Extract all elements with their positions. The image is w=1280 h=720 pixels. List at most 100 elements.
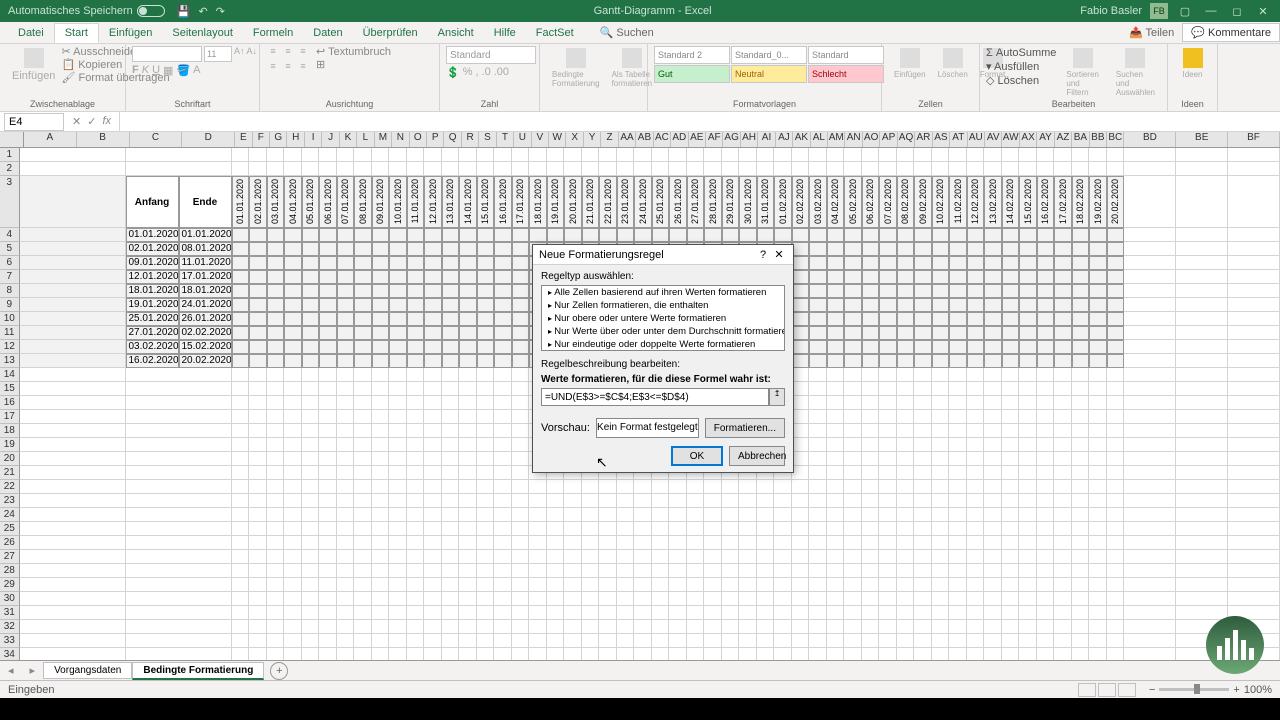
inc-decimal-icon[interactable]: .0 — [482, 66, 491, 79]
tab-start[interactable]: Start — [54, 23, 99, 43]
user-name[interactable]: Fabio Basler — [1080, 5, 1142, 17]
grow-font-icon[interactable]: A↑ — [234, 46, 245, 60]
row-header[interactable]: 26 — [0, 536, 20, 550]
row-header[interactable]: 29 — [0, 578, 20, 592]
column-header[interactable]: AY — [1037, 132, 1054, 147]
style-standard2[interactable]: Standard 2 — [654, 46, 730, 64]
dec-decimal-icon[interactable]: .00 — [494, 66, 509, 79]
maximize-icon[interactable]: ◻ — [1228, 5, 1246, 18]
wrap-text-button[interactable]: ↩ Textumbruch — [316, 46, 391, 59]
column-header[interactable]: H — [287, 132, 304, 147]
row-header[interactable]: 3 — [0, 176, 20, 228]
insert-cells-button[interactable]: Einfügen — [888, 46, 932, 81]
row-header[interactable]: 6 — [0, 256, 20, 270]
sort-filter-button[interactable]: Sortieren und Filtern — [1060, 46, 1105, 99]
column-header[interactable]: AH — [741, 132, 758, 147]
tab-pagelayout[interactable]: Seitenlayout — [162, 24, 243, 42]
column-header[interactable]: S — [479, 132, 496, 147]
column-header[interactable]: X — [566, 132, 583, 147]
row-header[interactable]: 19 — [0, 438, 20, 452]
font-name-select[interactable] — [132, 46, 202, 62]
style-standard[interactable]: Standard — [808, 46, 884, 64]
redo-icon[interactable]: ↷ — [216, 5, 225, 18]
column-header[interactable]: AT — [950, 132, 967, 147]
column-header[interactable]: AN — [845, 132, 862, 147]
style-bad[interactable]: Schlecht — [808, 65, 884, 83]
row-header[interactable]: 24 — [0, 508, 20, 522]
pagelayout-view-icon[interactable] — [1098, 683, 1116, 697]
column-header[interactable]: AB — [636, 132, 653, 147]
currency-icon[interactable]: 💲 — [446, 66, 460, 79]
clear-button[interactable]: ◇ Löschen — [986, 74, 1056, 88]
column-header[interactable]: AZ — [1055, 132, 1072, 147]
bold-icon[interactable]: F — [132, 64, 139, 77]
tab-factset[interactable]: FactSet — [526, 24, 584, 42]
column-header[interactable]: N — [392, 132, 409, 147]
column-header[interactable]: I — [305, 132, 322, 147]
rule-type-item[interactable]: Nur Werte über oder unter dem Durchschni… — [542, 325, 784, 338]
column-header[interactable]: W — [549, 132, 566, 147]
formula-bar[interactable] — [119, 112, 1280, 131]
shrink-font-icon[interactable]: A↓ — [247, 46, 258, 60]
cancel-button[interactable]: Abbrechen — [729, 446, 785, 466]
tab-help[interactable]: Hilfe — [484, 24, 526, 42]
cell-styles-gallery[interactable]: Standard 2 Standard_0... Standard Gut Ne… — [654, 46, 875, 83]
align-left-icon[interactable]: ≡ — [266, 61, 280, 75]
row-header[interactable]: 21 — [0, 466, 20, 480]
row-header[interactable]: 20 — [0, 452, 20, 466]
ok-button[interactable]: OK — [671, 446, 723, 466]
column-header[interactable]: AL — [811, 132, 828, 147]
tab-data[interactable]: Daten — [303, 24, 352, 42]
formula-input[interactable] — [541, 388, 769, 406]
percent-icon[interactable]: % — [463, 66, 473, 79]
dialog-close-icon[interactable]: ✕ — [771, 248, 787, 261]
column-header[interactable]: AW — [1002, 132, 1019, 147]
tab-view[interactable]: Ansicht — [428, 24, 484, 42]
sheet-nav-next-icon[interactable]: ▸ — [22, 664, 44, 677]
row-header[interactable]: 22 — [0, 480, 20, 494]
italic-icon[interactable]: K — [142, 64, 149, 77]
zoom-level[interactable]: 100% — [1244, 684, 1272, 696]
rule-type-item[interactable]: Nur obere oder untere Werte formatieren — [542, 312, 784, 325]
close-icon[interactable]: ✕ — [1254, 5, 1272, 18]
style-neutral[interactable]: Neutral — [731, 65, 807, 83]
column-header[interactable]: AJ — [776, 132, 793, 147]
merge-center-button[interactable]: ⊞ — [316, 59, 391, 72]
column-header[interactable]: BF — [1228, 132, 1280, 147]
border-icon[interactable]: ▦ — [163, 64, 173, 77]
format-button[interactable]: Formatieren... — [705, 418, 785, 438]
row-header[interactable]: 2 — [0, 162, 20, 176]
column-header[interactable]: AM — [828, 132, 845, 147]
zoom-slider[interactable] — [1159, 688, 1229, 691]
rule-type-item[interactable]: Alle Zellen basierend auf ihren Werten f… — [542, 286, 784, 299]
column-header[interactable]: BA — [1072, 132, 1089, 147]
column-header[interactable]: BB — [1090, 132, 1107, 147]
cancel-formula-icon[interactable]: ✕ — [72, 115, 81, 128]
column-header[interactable]: Q — [444, 132, 461, 147]
conditional-formatting-button[interactable]: Bedingte Formatierung — [546, 46, 606, 90]
row-header[interactable]: 33 — [0, 634, 20, 648]
column-header[interactable]: AI — [758, 132, 775, 147]
column-header[interactable]: AS — [933, 132, 950, 147]
column-header[interactable]: P — [427, 132, 444, 147]
column-header[interactable]: Z — [601, 132, 618, 147]
column-header[interactable]: M — [375, 132, 392, 147]
share-button[interactable]: 📤 Teilen — [1129, 26, 1174, 39]
zoom-out-icon[interactable]: − — [1149, 684, 1155, 696]
rule-type-list[interactable]: Alle Zellen basierend auf ihren Werten f… — [541, 285, 785, 351]
tab-formulas[interactable]: Formeln — [243, 24, 303, 42]
column-header[interactable]: AX — [1020, 132, 1037, 147]
row-header[interactable]: 30 — [0, 592, 20, 606]
row-header[interactable]: 12 — [0, 340, 20, 354]
add-sheet-icon[interactable]: + — [270, 662, 288, 680]
column-header[interactable]: AK — [793, 132, 810, 147]
search-label[interactable]: 🔍 Suchen — [600, 26, 654, 39]
style-standard0[interactable]: Standard_0... — [731, 46, 807, 64]
column-header[interactable]: R — [462, 132, 479, 147]
fill-button[interactable]: ▾ Ausfüllen — [986, 60, 1056, 74]
select-all-corner[interactable] — [0, 132, 24, 147]
column-header[interactable]: BC — [1107, 132, 1124, 147]
column-header[interactable]: G — [270, 132, 287, 147]
enter-formula-icon[interactable]: ✓ — [87, 115, 96, 128]
ideas-button[interactable]: Ideen — [1174, 46, 1211, 81]
